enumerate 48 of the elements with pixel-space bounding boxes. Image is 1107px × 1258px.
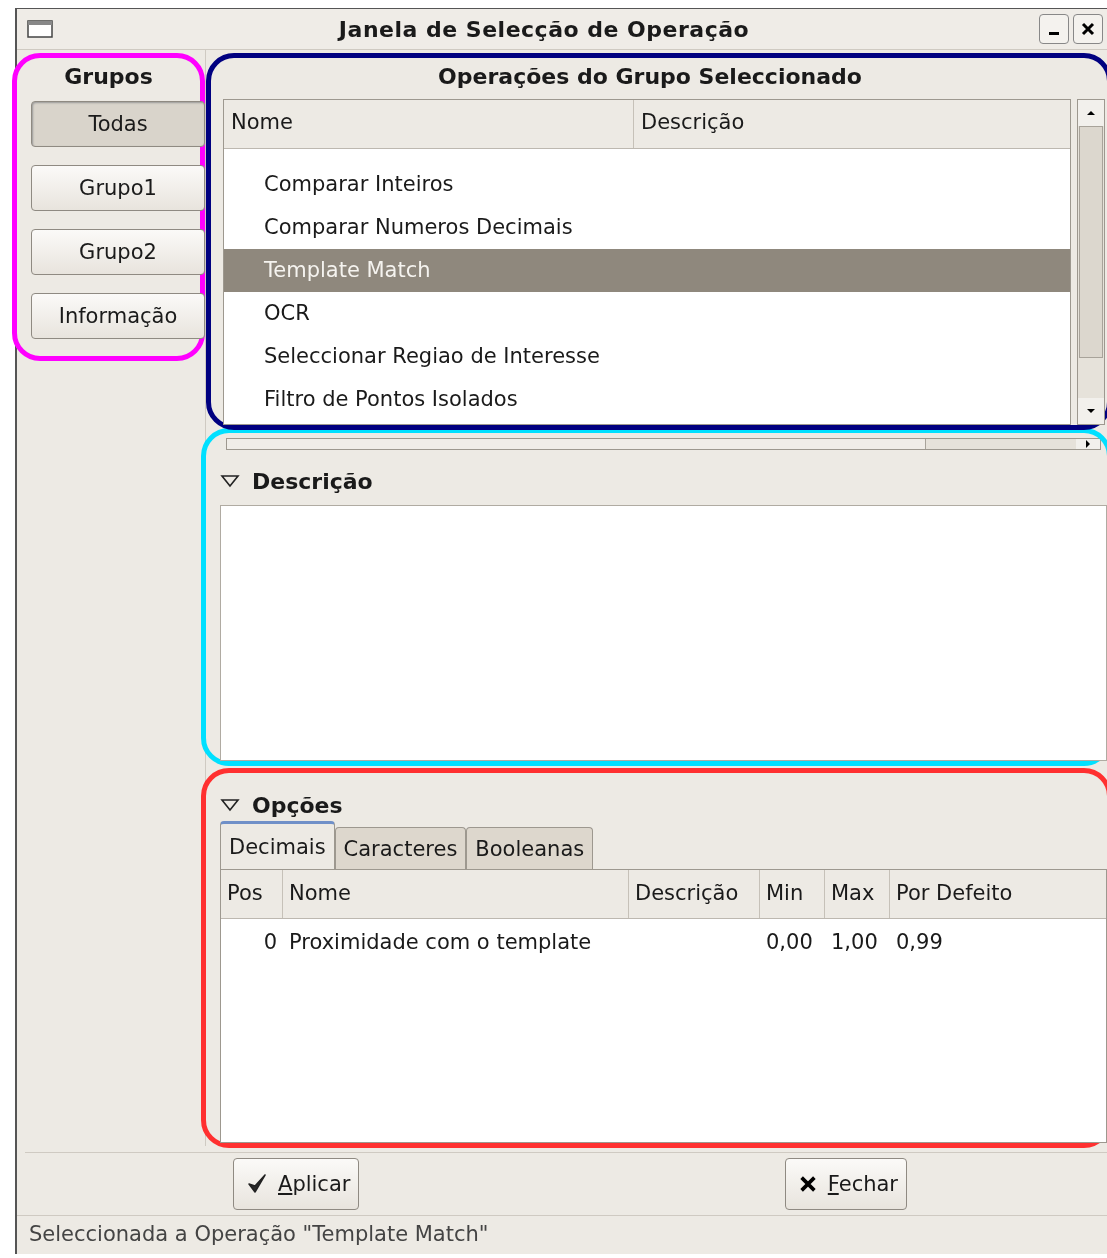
group-button[interactable]: Informação — [31, 293, 205, 339]
column-header[interactable]: Descrição — [629, 870, 760, 918]
right-arrow-icon — [1083, 439, 1093, 449]
operation-row[interactable]: Comparar Numeros Decimais — [224, 206, 1070, 249]
apply-button[interactable]: Aplicar — [233, 1158, 360, 1210]
table-cell-text: 1,00 — [830, 930, 879, 954]
tab[interactable]: Booleanas — [466, 827, 594, 869]
tab[interactable]: Caracteres — [334, 827, 467, 869]
checkmark-icon — [246, 1173, 268, 1195]
column-header[interactable]: Min — [760, 870, 825, 918]
section-heading[interactable]: Descrição — [252, 468, 373, 494]
close-icon — [1081, 22, 1095, 36]
operation-row[interactable]: Seleccionar Regiao de Interesse — [224, 335, 1070, 378]
operation-row[interactable]: OCR — [224, 292, 1070, 335]
column-header[interactable]: Max — [825, 870, 890, 918]
column-header[interactable]: Nome — [224, 100, 634, 148]
expander-arrow-icon[interactable] — [220, 474, 240, 488]
column-header[interactable]: Nome — [283, 870, 629, 918]
operation-row[interactable]: Filtro de Pontos Isolados — [224, 378, 1070, 421]
scrollbar-thumb[interactable] — [1079, 126, 1103, 358]
expander-arrow-icon[interactable] — [220, 798, 240, 812]
down-arrow-icon — [1086, 406, 1096, 416]
horizontal-scrollbar[interactable] — [226, 438, 1101, 450]
group-button[interactable]: Grupo2 — [31, 229, 205, 275]
table-cell-text: 0,00 — [765, 930, 814, 954]
group-button[interactable]: Grupo1 — [31, 165, 205, 211]
window-title: Janela de Selecção de Operação — [336, 16, 751, 42]
column-header[interactable]: Por Defeito — [890, 870, 1106, 918]
column-header[interactable]: Pos — [221, 870, 283, 918]
scrollbar-thumb[interactable] — [227, 439, 926, 449]
group-button[interactable]: Todas — [31, 101, 205, 147]
table-cell-text: 0,99 — [895, 930, 944, 954]
section-heading[interactable]: Opções — [252, 792, 343, 818]
minimize-button[interactable] — [1039, 14, 1069, 44]
table-cell-text: Proximidade com o template — [288, 930, 593, 954]
minimize-icon — [1049, 31, 1059, 35]
status-bar: Seleccionada a Operação "Template Match" — [17, 1215, 1107, 1254]
groups-heading: Grupos — [63, 63, 154, 91]
tab[interactable]: Decimais — [220, 821, 335, 869]
vertical-scrollbar[interactable] — [1077, 99, 1105, 425]
up-arrow-icon — [1086, 108, 1096, 118]
close-button[interactable]: Fechar — [784, 1158, 907, 1210]
operations-heading: Operações do Grupo Seleccionado — [437, 64, 863, 91]
close-button[interactable] — [1073, 14, 1103, 44]
window-icon — [27, 20, 53, 38]
column-header[interactable]: Descrição — [634, 100, 1070, 148]
operation-row[interactable]: Comparar Inteiros — [224, 163, 1070, 206]
table-cell-text: 0 — [262, 930, 278, 954]
